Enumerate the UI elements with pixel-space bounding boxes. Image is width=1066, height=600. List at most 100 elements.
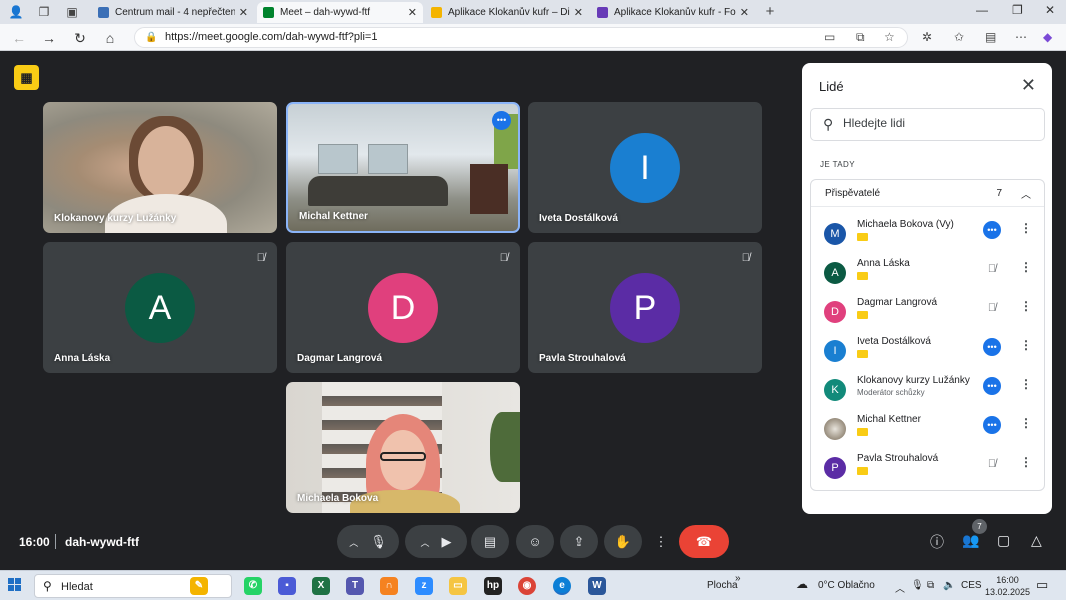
chevron-up-icon[interactable]: ︿ xyxy=(895,580,905,595)
list-item[interactable]: P Pavla Strouhalová 🎙̸ ⋮ xyxy=(811,450,1044,488)
collections-icon[interactable]: ▤ xyxy=(985,30,996,44)
chevron-up-icon[interactable]: ︿ xyxy=(349,538,358,548)
teams-icon[interactable]: T xyxy=(346,577,364,595)
reload-icon[interactable]: ↻ xyxy=(71,29,89,47)
list-item[interactable]: D Dagmar Langrová 🎙̸ ⋮ xyxy=(811,294,1044,332)
people-search[interactable]: ⚲ xyxy=(810,108,1045,141)
present-button[interactable]: ⇪ xyxy=(560,525,598,558)
more-vert-icon[interactable]: ⋮ xyxy=(1020,260,1032,274)
participant-tile[interactable]: Michaela Bokova xyxy=(286,382,520,513)
tab-centrum-mail[interactable]: Centrum mail - 4 nepřečtené zprávy ✕ xyxy=(92,2,254,23)
list-item[interactable]: I Iveta Dostálková ••• ⋮ xyxy=(811,333,1044,371)
back-icon[interactable]: ← xyxy=(10,29,28,47)
captions-button[interactable]: ▤ xyxy=(471,525,509,558)
floppy-app-icon[interactable]: ▪ xyxy=(278,577,296,595)
more-options-icon[interactable]: ⋯ xyxy=(1015,30,1027,44)
close-window-icon[interactable]: ✕ xyxy=(1045,3,1055,17)
meeting-info-icon[interactable]: ⓘ xyxy=(930,532,944,552)
more-vert-icon[interactable]: ⋮ xyxy=(1020,338,1032,352)
more-vert-icon[interactable]: ⋮ xyxy=(1020,455,1032,469)
chrome-icon[interactable]: ◉ xyxy=(518,577,536,595)
weather-text[interactable]: 0°C Oblačno xyxy=(818,580,875,591)
mic-off-icon[interactable]: 🎙̸ xyxy=(983,299,1001,317)
reactions-button[interactable]: ☺ xyxy=(516,525,554,558)
participant-tile[interactable]: ••• Michal Kettner xyxy=(286,102,520,233)
favorites-icon[interactable]: ✩ xyxy=(954,30,964,44)
taskbar-clock[interactable]: 16:00 13.02.2025 xyxy=(985,574,1030,598)
activities-icon[interactable]: △ xyxy=(1031,532,1042,549)
new-tab-icon[interactable]: + xyxy=(762,4,778,20)
language-indicator[interactable]: CES xyxy=(961,580,982,591)
group-header[interactable]: Přispěvatelé 7 ︿ xyxy=(811,180,1044,207)
minimize-icon[interactable]: — xyxy=(976,3,988,17)
widgets-icon[interactable]: ✎ xyxy=(190,577,208,595)
list-item[interactable]: M Michaela Bokova (Vy) ••• ⋮ xyxy=(811,216,1044,254)
more-vert-icon[interactable]: ⋮ xyxy=(1020,221,1032,235)
lock-icon[interactable]: 🔒 xyxy=(145,28,157,47)
camera-button[interactable]: ︿ ▶ xyxy=(405,525,467,558)
more-vert-icon[interactable]: ⋮ xyxy=(1020,416,1032,430)
headset-app-icon[interactable]: ∩ xyxy=(380,577,398,595)
captions-off-icon[interactable]: ▦ xyxy=(14,65,39,90)
screen-share-icon[interactable]: ⧉ xyxy=(856,30,865,45)
people-icon[interactable]: 👥 xyxy=(962,532,979,549)
word-icon[interactable]: W xyxy=(588,577,606,595)
participant-tile[interactable]: Klokanovy kurzy Lužánky xyxy=(43,102,277,233)
close-tab-icon[interactable]: ✕ xyxy=(740,6,749,19)
notifications-icon[interactable]: ▭ xyxy=(1036,577,1048,593)
list-item[interactable]: A Anna Láska 🎙̸ ⋮ xyxy=(811,255,1044,293)
contributors-group: Přispěvatelé 7 ︿ M Michaela Bokova (Vy) … xyxy=(810,179,1045,491)
search-input[interactable] xyxy=(843,116,1033,130)
list-item[interactable]: K Klokanovy kurzy Lužánky Moderátor schů… xyxy=(811,372,1044,410)
home-icon[interactable]: ⌂ xyxy=(101,29,119,47)
desktop-label[interactable]: Plocha xyxy=(707,580,738,591)
tab-meet[interactable]: Meet – dah-wywd-ftf ✕ xyxy=(257,2,423,23)
tab-actions-icon[interactable]: ▣ xyxy=(64,4,80,20)
profile-icon[interactable]: 👤 xyxy=(8,4,24,20)
copilot-icon[interactable]: ◆ xyxy=(1043,30,1052,44)
participant-tile[interactable]: 🎙̸ P Pavla Strouhalová xyxy=(528,242,762,373)
participant-tile[interactable]: 🎙̸ D Dagmar Langrová xyxy=(286,242,520,373)
chat-icon[interactable]: ▢ xyxy=(997,532,1010,549)
close-tab-icon[interactable]: ✕ xyxy=(574,6,583,19)
tab-formulare[interactable]: Aplikace Klokanův kufr - Formuláře ✕ xyxy=(591,2,755,23)
tab-disk-google[interactable]: Aplikace Klokanův kufr – Disk Google ✕ xyxy=(425,2,589,23)
weather-icon[interactable]: ☁ xyxy=(796,577,808,591)
address-bar[interactable]: 🔒 https://meet.google.com/dah-wywd-ftf?p… xyxy=(134,27,908,48)
mic-off-icon[interactable]: 🎙̸ xyxy=(983,260,1001,278)
network-icon[interactable]: ⧉ xyxy=(927,580,934,591)
windows-start-icon[interactable] xyxy=(8,578,22,592)
raise-hand-button[interactable]: ✋ xyxy=(604,525,642,558)
excel-icon[interactable]: X xyxy=(312,577,330,595)
participant-tile[interactable]: 🎙̸ A Anna Láska xyxy=(43,242,277,373)
leave-call-button[interactable]: ☎ xyxy=(679,525,729,558)
file-explorer-icon[interactable]: ▭ xyxy=(449,577,467,595)
more-vert-icon[interactable]: ⋮ xyxy=(1020,377,1032,391)
maximize-icon[interactable]: ❐ xyxy=(1012,3,1023,17)
participant-tile[interactable]: I Iveta Dostálková xyxy=(528,102,762,233)
camera-permission-icon[interactable]: ▭ xyxy=(824,30,835,44)
microphone-icon[interactable]: 🎙 xyxy=(911,580,924,591)
edge-icon[interactable]: e xyxy=(553,577,571,595)
favorite-star-icon[interactable]: ☆ xyxy=(884,30,895,44)
close-tab-icon[interactable]: ✕ xyxy=(408,6,417,19)
chevron-up-icon[interactable]: ︿ xyxy=(420,538,429,548)
hp-icon[interactable]: hp xyxy=(484,577,502,595)
mic-off-icon[interactable]: 🎙̸ xyxy=(983,455,1001,473)
list-item[interactable]: Michal Kettner ••• ⋮ xyxy=(811,411,1044,449)
zoom-icon[interactable]: z xyxy=(415,577,433,595)
chevron-up-icon[interactable]: ︿ xyxy=(1021,186,1031,201)
forward-icon[interactable]: → xyxy=(40,29,58,47)
volume-icon[interactable]: 🔈 xyxy=(943,580,955,591)
more-options-button[interactable]: ⋮ xyxy=(650,525,672,558)
whatsapp-icon[interactable]: ✆ xyxy=(244,577,262,595)
hang-up-icon: ☎ xyxy=(695,534,713,549)
microphone-button[interactable]: ︿ 🎙 xyxy=(337,525,399,558)
workspaces-icon[interactable]: ❐ xyxy=(36,4,52,20)
more-vert-icon[interactable]: ⋮ xyxy=(1020,299,1032,313)
extensions-icon[interactable]: ✲ xyxy=(922,30,932,44)
participant-name: Iveta Dostálková xyxy=(539,213,618,224)
close-tab-icon[interactable]: ✕ xyxy=(239,6,248,19)
chevron-right-icon[interactable]: » xyxy=(735,573,741,584)
close-icon[interactable]: ✕ xyxy=(1021,75,1036,96)
